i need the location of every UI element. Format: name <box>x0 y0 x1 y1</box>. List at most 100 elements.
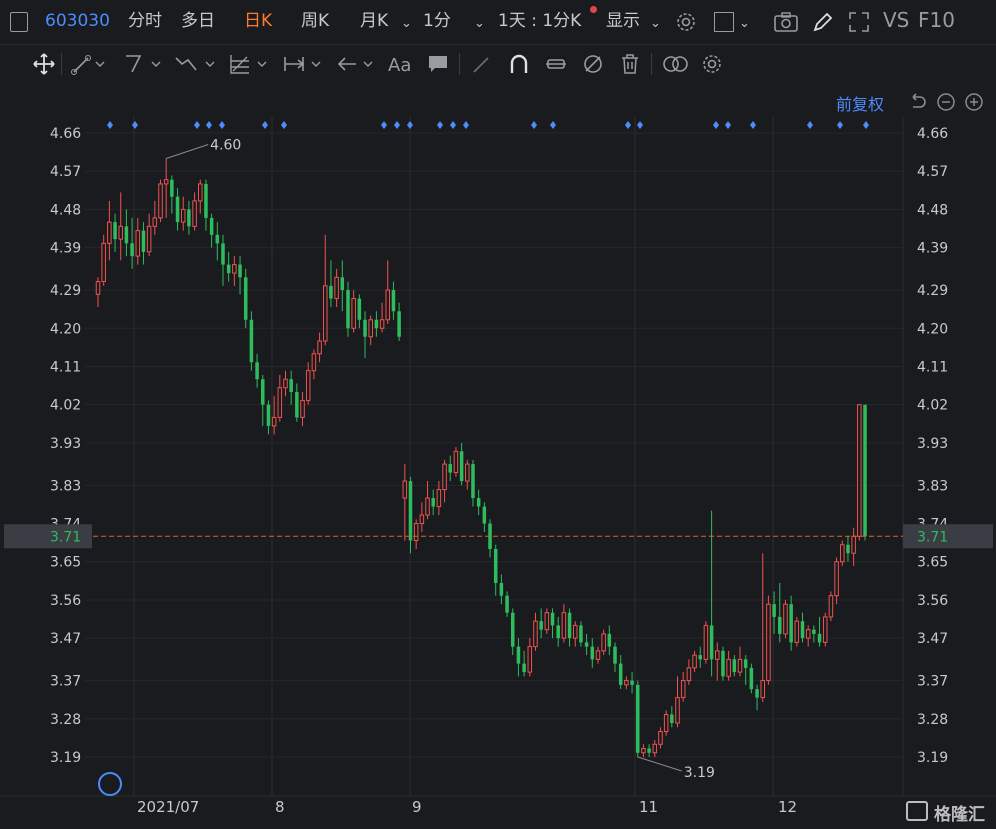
polyline-tool-icon[interactable] <box>122 52 161 76</box>
candle-body-down <box>249 319 254 363</box>
candle-body-up <box>533 620 538 648</box>
stock-code[interactable]: 603030 <box>45 9 110 33</box>
candle-body-up <box>783 603 788 635</box>
text-tool-icon[interactable]: Aa <box>388 52 412 76</box>
hide-drawing-icon[interactable] <box>581 52 605 76</box>
y-tick-label-right: 4.20 <box>917 321 948 337</box>
candle-body-down <box>113 222 117 240</box>
candle-body-down <box>732 659 737 673</box>
chevron-down-icon[interactable]: ⌄ <box>401 12 412 36</box>
line-tool-icon[interactable] <box>70 52 105 76</box>
tab-daily-k[interactable]: 日K <box>244 9 272 33</box>
event-marker-icon <box>463 121 469 129</box>
candle-body-up <box>368 319 373 338</box>
candle-body-up <box>561 612 567 639</box>
arrow-tool-icon[interactable] <box>336 52 373 76</box>
overlay-icon[interactable] <box>662 52 688 76</box>
candle-body-down <box>255 362 259 380</box>
candle-body-down <box>567 612 572 639</box>
vs-button[interactable]: VS <box>883 8 909 32</box>
period-select[interactable]: 1分 <box>423 9 451 33</box>
trash-icon[interactable] <box>618 52 642 76</box>
f10-button[interactable]: F10 <box>918 8 955 32</box>
eraser-icon[interactable] <box>470 52 494 76</box>
candle-body-up <box>675 697 680 724</box>
candle-body-down <box>340 277 345 291</box>
candle-body-up <box>118 225 123 240</box>
move-icon[interactable] <box>32 52 56 76</box>
candle-body-down <box>522 663 526 673</box>
tab-multiday[interactable]: 多日 <box>181 9 215 33</box>
y-tick-label-left: 4.29 <box>50 283 81 299</box>
candle-body-up <box>300 399 305 418</box>
candlestick-chart[interactable]: 4.66 4.66 4.57 4.57 4.48 4.48 4.39 4.39 4.29 4.29… <box>0 82 996 798</box>
y-tick-label-right: 4.02 <box>917 398 948 414</box>
event-marker-icon <box>837 121 843 129</box>
candle-body-down <box>243 277 248 320</box>
brand-circle-icon[interactable] <box>98 772 122 796</box>
chevron-down-icon[interactable]: ⌄ <box>650 12 661 36</box>
candle-body-up <box>322 285 328 342</box>
x-tick-label: 2021/07 <box>137 798 200 816</box>
candle-body-down <box>846 544 850 554</box>
candle-body-up <box>152 217 158 227</box>
candle-body-down <box>613 646 617 664</box>
candle-body-down <box>772 604 776 617</box>
settings-icon[interactable] <box>700 52 724 76</box>
camera-icon[interactable] <box>774 12 798 39</box>
candle-body-down <box>215 234 220 244</box>
measure-tool-icon[interactable] <box>282 52 321 76</box>
panel-toggle-icon[interactable] <box>10 12 28 32</box>
candle-body-up <box>107 221 112 244</box>
interval-select[interactable]: 1天 : 1分K <box>498 9 581 33</box>
comment-tool-icon[interactable] <box>426 52 450 76</box>
y-tick-label-right: 4.39 <box>917 241 948 257</box>
display-select[interactable]: 显示 <box>606 9 640 33</box>
candle-body-up <box>317 340 322 355</box>
event-marker-icon <box>437 121 443 129</box>
y-tick-label-left: 4.02 <box>50 398 81 414</box>
candle-body-down <box>471 464 475 499</box>
settings-icon[interactable] <box>675 11 697 40</box>
event-marker-icon <box>750 121 756 129</box>
candle-body-up <box>436 489 442 508</box>
candle-body-down <box>221 243 225 265</box>
fullscreen-icon[interactable] <box>848 11 870 40</box>
lock-drawing-icon[interactable] <box>544 52 568 76</box>
magnet-icon[interactable] <box>507 52 531 76</box>
candle-body-down <box>743 659 748 668</box>
candle-body-down <box>817 633 822 643</box>
candle-body-up <box>192 200 197 227</box>
chevron-down-icon[interactable]: ⌄ <box>474 12 485 36</box>
wave-tool-icon[interactable] <box>174 52 215 76</box>
candle-body-up <box>686 667 692 682</box>
tab-monthly-k[interactable]: 月K <box>360 9 388 33</box>
candle-body-up <box>305 370 311 401</box>
candle-body-up <box>658 731 663 745</box>
tab-intraday[interactable]: 分时 <box>128 9 162 33</box>
candle-body-up <box>737 658 743 673</box>
candle-body-down <box>391 290 396 312</box>
candle-body-down <box>374 319 379 329</box>
event-marker-icon <box>281 121 287 129</box>
candle-body-down <box>329 285 333 299</box>
candle-body-down <box>635 684 640 753</box>
candle-body-down <box>698 655 702 660</box>
event-marker-icon <box>807 121 813 129</box>
tab-weekly-k[interactable]: 周K <box>301 9 329 33</box>
y-tick-label-left: 4.66 <box>50 126 81 142</box>
candle-body-up <box>857 404 862 537</box>
chevron-down-icon[interactable]: ⌄ <box>739 12 750 36</box>
window-icon[interactable] <box>714 12 734 32</box>
candle-body-up <box>311 353 317 372</box>
candle-body-down <box>261 379 265 405</box>
candle-body-down <box>459 451 464 482</box>
pen-icon[interactable] <box>812 11 834 40</box>
candle-body-down <box>289 379 293 392</box>
fib-tool-icon[interactable] <box>228 52 267 76</box>
y-tick-label-right: 4.57 <box>917 164 948 180</box>
candle-body-up <box>351 298 356 329</box>
candle-body-down <box>141 230 146 252</box>
y-tick-label-left: 3.28 <box>50 712 81 728</box>
y-tick-label-right: 4.11 <box>917 359 948 375</box>
